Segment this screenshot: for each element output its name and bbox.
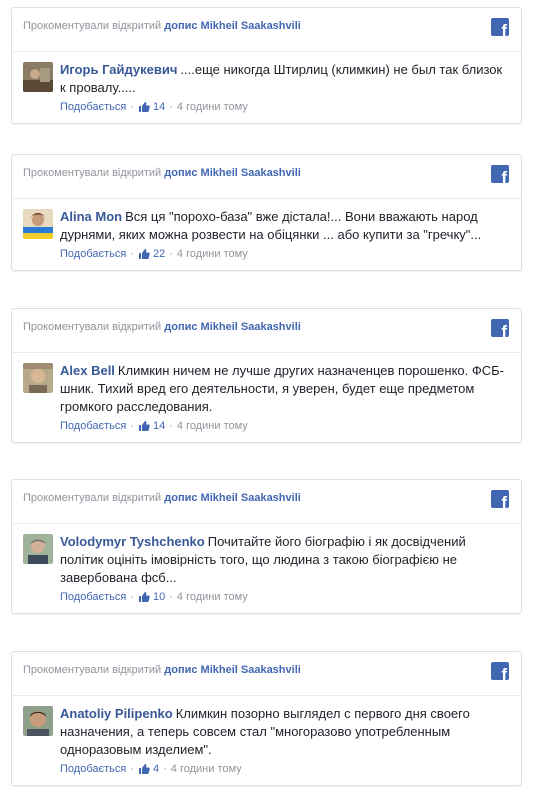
facebook-icon[interactable]: f <box>491 490 509 508</box>
comment-card: Прокоментували відкритий допис Mikheil S… <box>11 308 522 443</box>
comment-meta: Подобається · 22 · 4 години тому <box>60 248 248 260</box>
timestamp: 4 години тому <box>176 420 248 432</box>
card-header: Прокоментували відкритий допис Mikheil S… <box>12 652 521 696</box>
timestamp: 4 години тому <box>176 101 248 113</box>
comment-meta: Подобається · 14 · 4 години тому <box>60 420 248 432</box>
header-prefix: Прокоментували відкритий <box>23 20 162 32</box>
header-prefix: Прокоментували відкритий <box>23 321 162 333</box>
comment-meta: Подобається · 4 · 4 години тому <box>60 763 242 775</box>
comment-text: Volodymyr Tyshchenko Почитайте його біогр… <box>60 533 511 587</box>
comment-meta: Подобається · 14 · 4 години тому <box>60 101 248 113</box>
post-link[interactable]: допис Mikheil Saakashvili <box>164 20 301 32</box>
comment-body: Volodymyr Tyshchenko Почитайте його біогр… <box>12 524 521 613</box>
avatar[interactable] <box>23 209 53 239</box>
post-link[interactable]: допис Mikheil Saakashvili <box>164 664 301 676</box>
facebook-icon[interactable]: f <box>491 662 509 680</box>
card-header: Прокоментували відкритий допис Mikheil S… <box>12 480 521 524</box>
comment-card: Прокоментували відкритий допис Mikheil S… <box>11 154 522 271</box>
comment-body: Alina Mon Вся ця "порохо-база" вже дістал… <box>12 199 521 270</box>
comment-text: Игорь Гайдукевич ....еще никогда Штирлиц … <box>60 61 511 97</box>
thumbs-up-icon <box>139 249 150 259</box>
comment-text: Alex Bell Климкин ничем не лучше других н… <box>60 362 511 416</box>
comment-author[interactable]: Игорь Гайдукевич <box>60 62 177 77</box>
thumbs-up-icon <box>139 421 150 431</box>
avatar[interactable] <box>23 706 53 736</box>
like-button[interactable]: Подобається <box>60 420 126 432</box>
thumbs-up-icon <box>139 102 150 112</box>
timestamp: 4 години тому <box>176 248 248 260</box>
header-prefix: Прокоментували відкритий <box>23 167 162 179</box>
comment-card: Прокоментували відкритий допис Mikheil S… <box>11 651 522 786</box>
like-count: 14 <box>153 420 166 432</box>
card-header: Прокоментували відкритий допис Mikheil S… <box>12 155 521 199</box>
timestamp: 4 години тому <box>170 763 242 775</box>
card-header: Прокоментували відкритий допис Mikheil S… <box>12 8 521 52</box>
like-button[interactable]: Подобається <box>60 101 126 113</box>
like-count: 22 <box>153 248 166 260</box>
post-link[interactable]: допис Mikheil Saakashvili <box>164 492 301 504</box>
like-count: 4 <box>153 763 160 775</box>
comment-body: Alex Bell Климкин ничем не лучше других н… <box>12 353 521 442</box>
post-link[interactable]: допис Mikheil Saakashvili <box>164 321 301 333</box>
comment-author[interactable]: Volodymyr Tyshchenko <box>60 534 205 549</box>
timestamp: 4 години тому <box>176 591 248 603</box>
post-link[interactable]: допис Mikheil Saakashvili <box>164 167 301 179</box>
facebook-icon[interactable]: f <box>491 319 509 337</box>
comment-card: Прокоментували відкритий допис Mikheil S… <box>11 479 522 614</box>
comment-body: Игорь Гайдукевич ....еще никогда Штирлиц … <box>12 52 521 123</box>
avatar[interactable] <box>23 62 53 92</box>
avatar[interactable] <box>23 534 53 564</box>
card-header: Прокоментували відкритий допис Mikheil S… <box>12 309 521 353</box>
comment-text: Anatoliy Pilipenko Климкин позорно выгляд… <box>60 705 511 759</box>
like-count: 14 <box>153 101 166 113</box>
comment-card: Прокоментували відкритий допис Mikheil S… <box>11 7 522 124</box>
header-prefix: Прокоментували відкритий <box>23 664 162 676</box>
comment-body: Anatoliy Pilipenko Климкин позорно выгляд… <box>12 696 521 785</box>
avatar[interactable] <box>23 363 53 393</box>
header-prefix: Прокоментували відкритий <box>23 492 162 504</box>
comment-author[interactable]: Alina Mon <box>60 209 122 224</box>
like-button[interactable]: Подобається <box>60 248 126 260</box>
comment-author[interactable]: Alex Bell <box>60 363 115 378</box>
comment-author[interactable]: Anatoliy Pilipenko <box>60 706 173 721</box>
facebook-icon[interactable]: f <box>491 165 509 183</box>
comment-meta: Подобається · 10 · 4 години тому <box>60 591 248 603</box>
like-button[interactable]: Подобається <box>60 591 126 603</box>
thumbs-up-icon <box>139 592 150 602</box>
comment-text: Alina Mon Вся ця "порохо-база" вже дістал… <box>60 208 511 244</box>
thumbs-up-icon <box>139 764 150 774</box>
like-button[interactable]: Подобається <box>60 763 126 775</box>
facebook-icon[interactable]: f <box>491 18 509 36</box>
comment-message: Вся ця "порохо-база" вже дістала!... Вон… <box>60 209 482 242</box>
comment-message: Климкин ничем не лучше других назначенце… <box>60 363 505 414</box>
like-count: 10 <box>153 591 166 603</box>
